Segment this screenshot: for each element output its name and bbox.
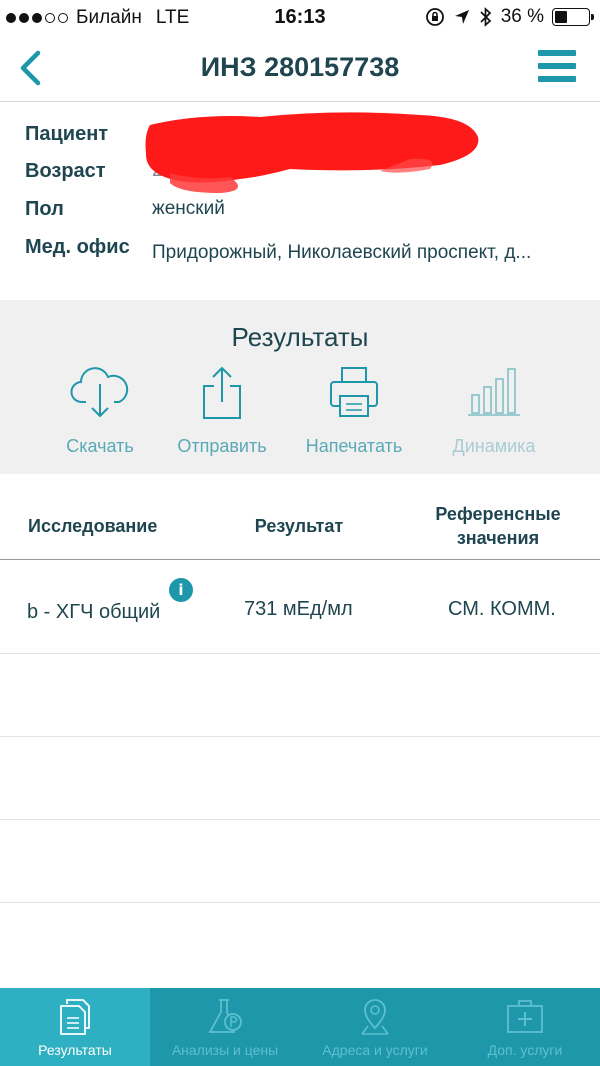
office-value: Придорожный, Николаевский проспект, д...	[152, 242, 532, 263]
table-row[interactable]: b - ХГЧ общий i 731 мЕд/мл СМ. КОММ.	[0, 561, 600, 654]
status-right: 36 %	[425, 6, 594, 28]
header-reference-line2: значения	[456, 528, 540, 548]
sex-label: Пол	[25, 198, 64, 220]
orientation-lock-icon	[425, 8, 444, 26]
print-button[interactable]: Напечатать	[289, 362, 419, 462]
share-icon	[203, 366, 241, 419]
study-name: b - ХГЧ общий	[27, 601, 161, 623]
results-table-header: Исследование Результат Референсные значе…	[0, 474, 600, 560]
tab-extra-services[interactable]: Доп. услуги	[450, 988, 600, 1066]
reference-value: СМ. КОММ.	[448, 598, 556, 620]
empty-row	[0, 820, 600, 903]
battery-icon	[552, 8, 594, 26]
download-label: Скачать	[66, 436, 134, 456]
sex-value: женский	[152, 198, 225, 219]
dynamics-button[interactable]: Динамика	[429, 362, 559, 462]
battery-fill	[555, 11, 567, 23]
office-label: Мед. офис	[25, 236, 130, 258]
printer-icon	[330, 367, 378, 417]
bar-chart-icon	[468, 368, 520, 416]
results-title: Результаты	[231, 322, 369, 352]
medical-kit-icon	[507, 1000, 543, 1033]
map-pin-icon	[361, 999, 389, 1035]
tab-addresses[interactable]: Адреса и услуги	[300, 988, 450, 1066]
battery-percent: 36 %	[500, 6, 544, 27]
print-label: Напечатать	[305, 436, 403, 456]
flask-icon	[208, 999, 242, 1033]
redaction-mark	[145, 112, 479, 193]
menu-button[interactable]	[538, 46, 576, 86]
document-icon	[60, 999, 90, 1035]
results-panel: Результаты Скачать Отправить Напечатать …	[0, 300, 600, 474]
result-value: 731 мЕд/мл	[244, 598, 353, 620]
header-reference: Референсные значения	[418, 502, 578, 550]
cloud-download-icon	[70, 367, 129, 418]
tab-extra-services-label: Доп. услуги	[487, 1042, 563, 1058]
empty-row	[0, 654, 600, 737]
header-result: Результат	[254, 516, 344, 536]
office-row: Мед. офис Придорожный, Николаевский прос…	[25, 236, 585, 270]
tab-analyses-label: Анализы и цены	[171, 1042, 279, 1058]
info-icon[interactable]: i	[169, 578, 193, 602]
empty-row	[0, 737, 600, 820]
patient-label: Пациент	[25, 123, 109, 145]
location-arrow-icon	[454, 10, 469, 24]
download-button[interactable]: Скачать	[35, 362, 165, 462]
send-button[interactable]: Отправить	[157, 362, 287, 462]
patient-info: Пациент Возраст 22 года Пол женский Мед.…	[0, 103, 600, 300]
navigation-bar: ИНЗ 280157738	[0, 36, 600, 102]
tab-bar: Результаты Анализы и цены Адреса и услуг…	[0, 988, 600, 1066]
dynamics-label: Динамика	[452, 436, 536, 456]
sex-row: Пол женский	[25, 198, 585, 232]
bluetooth-icon	[480, 7, 491, 27]
tab-analyses[interactable]: Анализы и цены	[150, 988, 300, 1066]
age-label: Возраст	[25, 160, 106, 182]
page-title: ИНЗ 280157738	[200, 52, 400, 82]
status-bar: Билайн LTE 16:13 36 %	[0, 0, 600, 36]
tab-results[interactable]: Результаты	[0, 988, 150, 1066]
header-study: Исследование	[28, 516, 158, 536]
tab-addresses-label: Адреса и услуги	[322, 1042, 428, 1058]
send-label: Отправить	[177, 436, 267, 456]
hamburger-icon	[538, 50, 576, 56]
header-reference-line1: Референсные	[435, 504, 561, 524]
tab-results-label: Результаты	[38, 1042, 112, 1058]
